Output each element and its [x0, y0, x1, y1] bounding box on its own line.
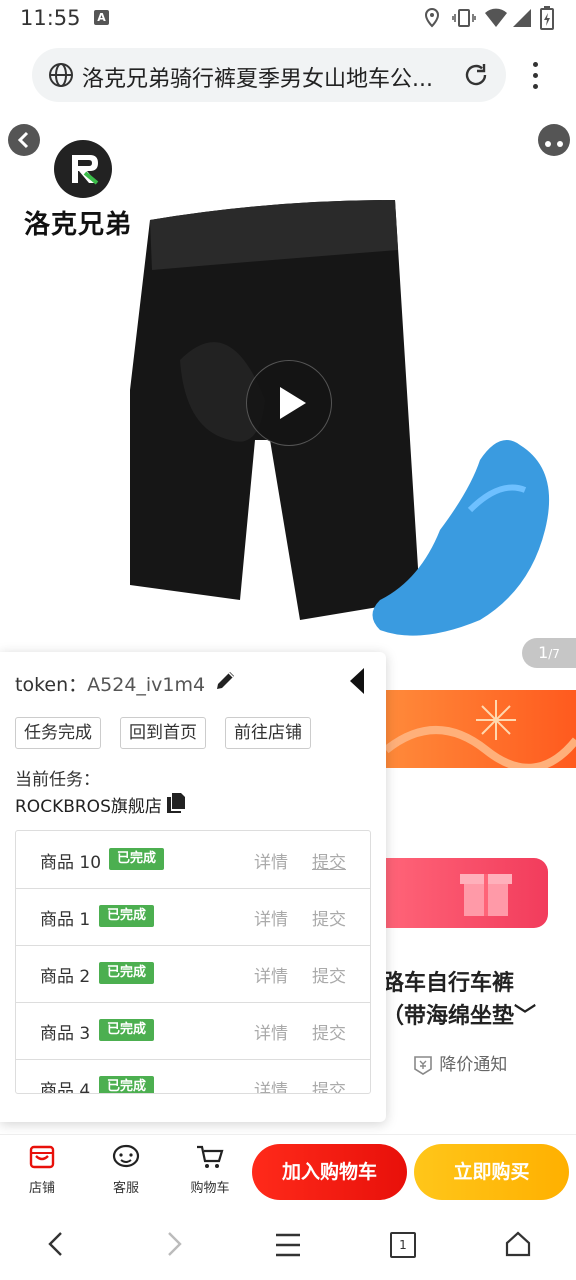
cart-tab[interactable]: 购物车 — [180, 1143, 240, 1196]
notification-icon: A — [94, 10, 109, 25]
firework-icon — [383, 700, 576, 772]
vibrate-icon — [452, 9, 476, 27]
back-image-button[interactable] — [8, 124, 40, 156]
brand-name: 洛克兄弟 — [24, 210, 133, 240]
list-item: 商品 3 已完成 详情 提交 — [16, 1002, 370, 1060]
product-title-line1: 路车自行车裤 — [382, 971, 515, 996]
customer-service-icon — [112, 1144, 140, 1168]
list-item: 商品 4 已完成 详情 提交 — [16, 1059, 370, 1094]
current-task-store: ROCKBROS旗舰店 — [15, 797, 162, 817]
submit-link[interactable]: 提交 — [312, 1019, 346, 1044]
list-item: 商品 1 已完成 详情 提交 — [16, 888, 370, 946]
status-badge: 已完成 — [99, 962, 155, 984]
store-label: 店铺 — [28, 1181, 55, 1196]
battery-icon — [540, 6, 554, 30]
brand-logo — [54, 140, 112, 198]
gift-icon — [460, 874, 512, 916]
cart-icon — [197, 1145, 224, 1168]
token-value: A524_iv1m4 — [87, 674, 206, 696]
browser-menu-icon[interactable] — [524, 60, 548, 92]
item-name: 商品 4 — [40, 1081, 91, 1094]
submit-link[interactable]: 提交 — [312, 905, 346, 930]
item-name: 商品 2 — [40, 967, 91, 987]
location-icon — [424, 8, 440, 28]
status-badge: 已完成 — [99, 1019, 155, 1041]
service-label: 客服 — [112, 1181, 139, 1196]
price-notify-label: 降价通知 — [439, 1055, 508, 1075]
cart-label: 购物车 — [190, 1181, 230, 1196]
item-name: 商品 1 — [40, 910, 91, 930]
status-bar: 11:55 A — [0, 0, 576, 36]
task-list: 商品 10 已完成 详情 提交 商品 1 已完成 详情 提交 商品 2 已完成 … — [15, 830, 371, 1094]
image-counter-current: 1 — [538, 643, 549, 662]
current-task-label: 当前任务： — [15, 770, 100, 790]
play-icon — [280, 387, 306, 419]
item-name: 商品 3 — [40, 1024, 91, 1044]
collapse-panel-icon[interactable] — [346, 666, 368, 696]
price-notify-link[interactable]: 降价通知 — [412, 1050, 507, 1076]
address-bar[interactable]: 洛克兄弟骑行裤夏季男女山地车公... — [32, 48, 506, 102]
image-counter-total: /7 — [548, 647, 560, 661]
tabs-button[interactable]: 1 — [390, 1232, 416, 1258]
status-clock: 11:55 — [20, 6, 81, 30]
more-dots-icon — [545, 141, 563, 147]
edit-icon[interactable] — [214, 668, 238, 692]
more-options-button[interactable] — [538, 124, 570, 156]
token-row: token：A524_iv1m4 — [15, 670, 205, 697]
list-item: 商品 2 已完成 详情 提交 — [16, 945, 370, 1003]
submit-link[interactable]: 提交 — [312, 962, 346, 987]
price-tag-icon — [414, 1056, 432, 1075]
detail-link[interactable]: 详情 — [254, 962, 288, 987]
product-title-line2[interactable]: （带海绵坐垫﹀ — [382, 998, 536, 1030]
url-text[interactable]: 洛克兄弟骑行裤夏季男女山地车公... — [82, 61, 452, 93]
copy-icon[interactable] — [166, 792, 186, 814]
nav-back-icon[interactable] — [44, 1230, 68, 1258]
coupon-banner[interactable] — [386, 858, 548, 928]
nav-home-icon[interactable] — [504, 1230, 532, 1258]
status-badge: 已完成 — [109, 848, 165, 870]
action-bar: 店铺 客服 购物车 加入购物车 立即购买 — [0, 1134, 576, 1209]
task-done-button[interactable]: 任务完成 — [15, 717, 101, 749]
signal-icon — [513, 9, 531, 27]
image-counter: 1/7 — [522, 638, 576, 668]
add-to-cart-button[interactable]: 加入购物车 — [252, 1144, 407, 1200]
store-icon — [29, 1145, 55, 1169]
status-badge: 已完成 — [99, 905, 155, 927]
chevron-left-icon — [17, 131, 29, 149]
system-nav-bar: 1 — [0, 1210, 576, 1280]
promo-banner[interactable] — [383, 690, 576, 772]
reload-icon[interactable] — [462, 61, 490, 89]
submit-link[interactable]: 提交 — [312, 1076, 346, 1093]
home-button[interactable]: 回到首页 — [120, 717, 206, 749]
list-item: 商品 10 已完成 详情 提交 — [16, 831, 370, 889]
play-video-button[interactable] — [246, 360, 332, 446]
nav-forward-icon[interactable] — [162, 1230, 186, 1258]
detail-link[interactable]: 详情 — [254, 848, 288, 873]
status-badge: 已完成 — [99, 1076, 155, 1093]
token-label: token： — [15, 674, 88, 696]
detail-link[interactable]: 详情 — [254, 1019, 288, 1044]
detail-link[interactable]: 详情 — [254, 905, 288, 930]
globe-icon — [49, 63, 73, 87]
go-store-button[interactable]: 前往店铺 — [225, 717, 311, 749]
submit-link[interactable]: 提交 — [312, 848, 346, 873]
detail-link[interactable]: 详情 — [254, 1076, 288, 1093]
service-tab[interactable]: 客服 — [96, 1143, 156, 1196]
wifi-icon — [485, 8, 507, 27]
nav-menu-icon[interactable] — [274, 1232, 302, 1258]
store-tab[interactable]: 店铺 — [12, 1143, 72, 1196]
item-name: 商品 10 — [40, 853, 102, 873]
task-panel: token：A524_iv1m4 任务完成 回到首页 前往店铺 当前任务： RO… — [0, 652, 386, 1122]
rockbros-logo-icon — [72, 155, 99, 185]
buy-now-button[interactable]: 立即购买 — [414, 1144, 569, 1200]
